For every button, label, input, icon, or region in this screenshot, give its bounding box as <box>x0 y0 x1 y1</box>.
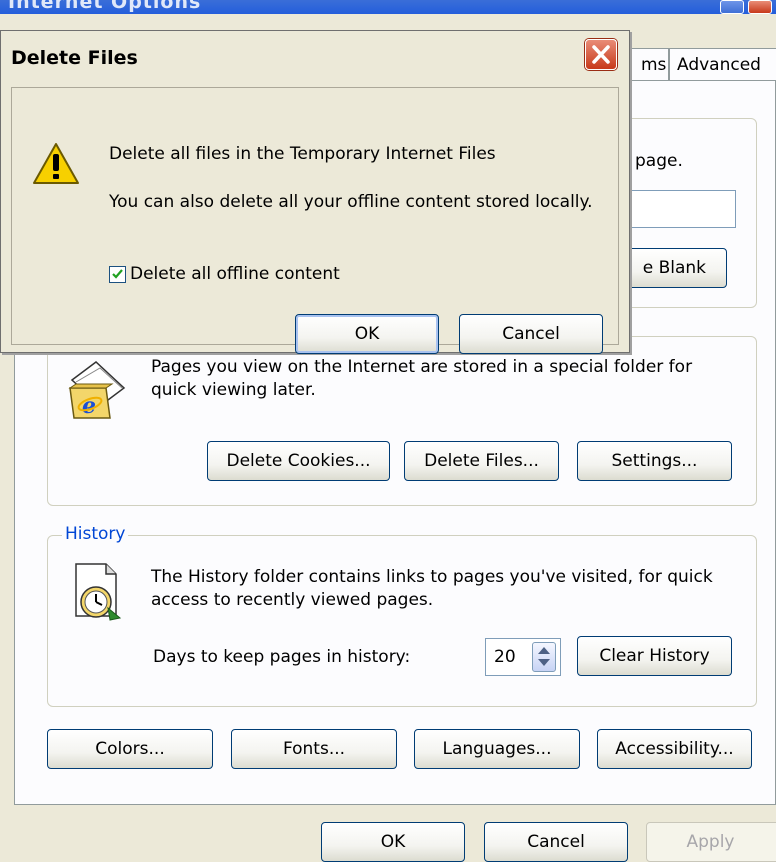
delete-message-primary: Delete all files in the Temporary Intern… <box>109 144 496 164</box>
warning-icon <box>32 142 80 186</box>
delete-files-button[interactable]: Delete Files... <box>404 441 559 481</box>
footer-ok-label: OK <box>380 832 406 852</box>
footer-ok-button[interactable]: OK <box>321 822 465 862</box>
delete-files-content: Delete all files in the Temporary Intern… <box>11 87 619 354</box>
dialog-cancel-label: Cancel <box>502 324 560 344</box>
accessibility-label: Accessibility... <box>615 739 734 759</box>
parent-window-title: Internet Options <box>8 0 202 13</box>
home-page-text-fragment: page. <box>635 151 683 171</box>
colors-label: Colors... <box>95 739 165 759</box>
clear-history-button[interactable]: Clear History <box>577 636 732 676</box>
tab-advanced-label: Advanced <box>677 55 761 75</box>
fonts-button[interactable]: Fonts... <box>231 729 397 769</box>
languages-label: Languages... <box>442 739 552 759</box>
delete-offline-label: Delete all offline content <box>130 264 340 284</box>
delete-files-label: Delete Files... <box>424 451 539 471</box>
dialog-ok-label: OK <box>354 324 380 344</box>
checkbox-box[interactable] <box>109 266 126 283</box>
settings-label: Settings... <box>611 451 698 471</box>
settings-button[interactable]: Settings... <box>577 441 732 481</box>
help-button[interactable] <box>720 0 744 14</box>
delete-files-title: Delete Files <box>11 47 138 69</box>
tab-advanced[interactable]: Advanced <box>669 48 776 81</box>
history-days-stepper[interactable]: 20 <box>485 638 561 676</box>
parent-titlebar: Internet Options <box>0 0 776 14</box>
footer-cancel-label: Cancel <box>527 832 585 852</box>
delete-message-secondary: You can also delete all your offline con… <box>109 192 593 212</box>
close-icon[interactable] <box>585 39 617 70</box>
tab-programs-label: ms <box>641 55 667 75</box>
stepper-buttons[interactable] <box>532 642 556 672</box>
delete-files-dialog: Delete Files Delete all files in the Tem… <box>0 30 630 354</box>
footer-apply-label: Apply <box>686 832 735 852</box>
ie-folder-icon: e <box>66 358 128 424</box>
stepper-down-icon[interactable] <box>538 659 550 666</box>
home-page-address-input[interactable] <box>628 190 736 228</box>
dialog-ok-button[interactable]: OK <box>295 314 439 354</box>
fonts-label: Fonts... <box>282 739 346 759</box>
temporary-files-description: Pages you view on the Internet are store… <box>151 357 693 400</box>
history-group <box>47 535 757 707</box>
delete-files-titlebar[interactable]: Delete Files <box>1 31 629 87</box>
delete-cookies-button[interactable]: Delete Cookies... <box>207 441 390 481</box>
dialog-cancel-button[interactable]: Cancel <box>459 314 603 354</box>
history-days-label: Days to keep pages in history: <box>153 647 411 667</box>
use-blank-label: e Blank <box>642 258 706 278</box>
history-days-value: 20 <box>494 647 516 667</box>
footer-cancel-button[interactable]: Cancel <box>484 822 628 862</box>
delete-cookies-label: Delete Cookies... <box>226 451 371 471</box>
accessibility-button[interactable]: Accessibility... <box>597 729 752 769</box>
history-clock-icon <box>70 560 128 622</box>
languages-button[interactable]: Languages... <box>414 729 580 769</box>
close-button[interactable] <box>748 0 772 14</box>
footer-apply-button[interactable]: Apply <box>646 822 776 862</box>
clear-history-label: Clear History <box>599 646 710 666</box>
history-caption: History <box>62 524 129 544</box>
colors-button[interactable]: Colors... <box>47 729 213 769</box>
stepper-up-icon[interactable] <box>538 647 550 654</box>
history-description: The History folder contains links to pag… <box>151 567 713 610</box>
